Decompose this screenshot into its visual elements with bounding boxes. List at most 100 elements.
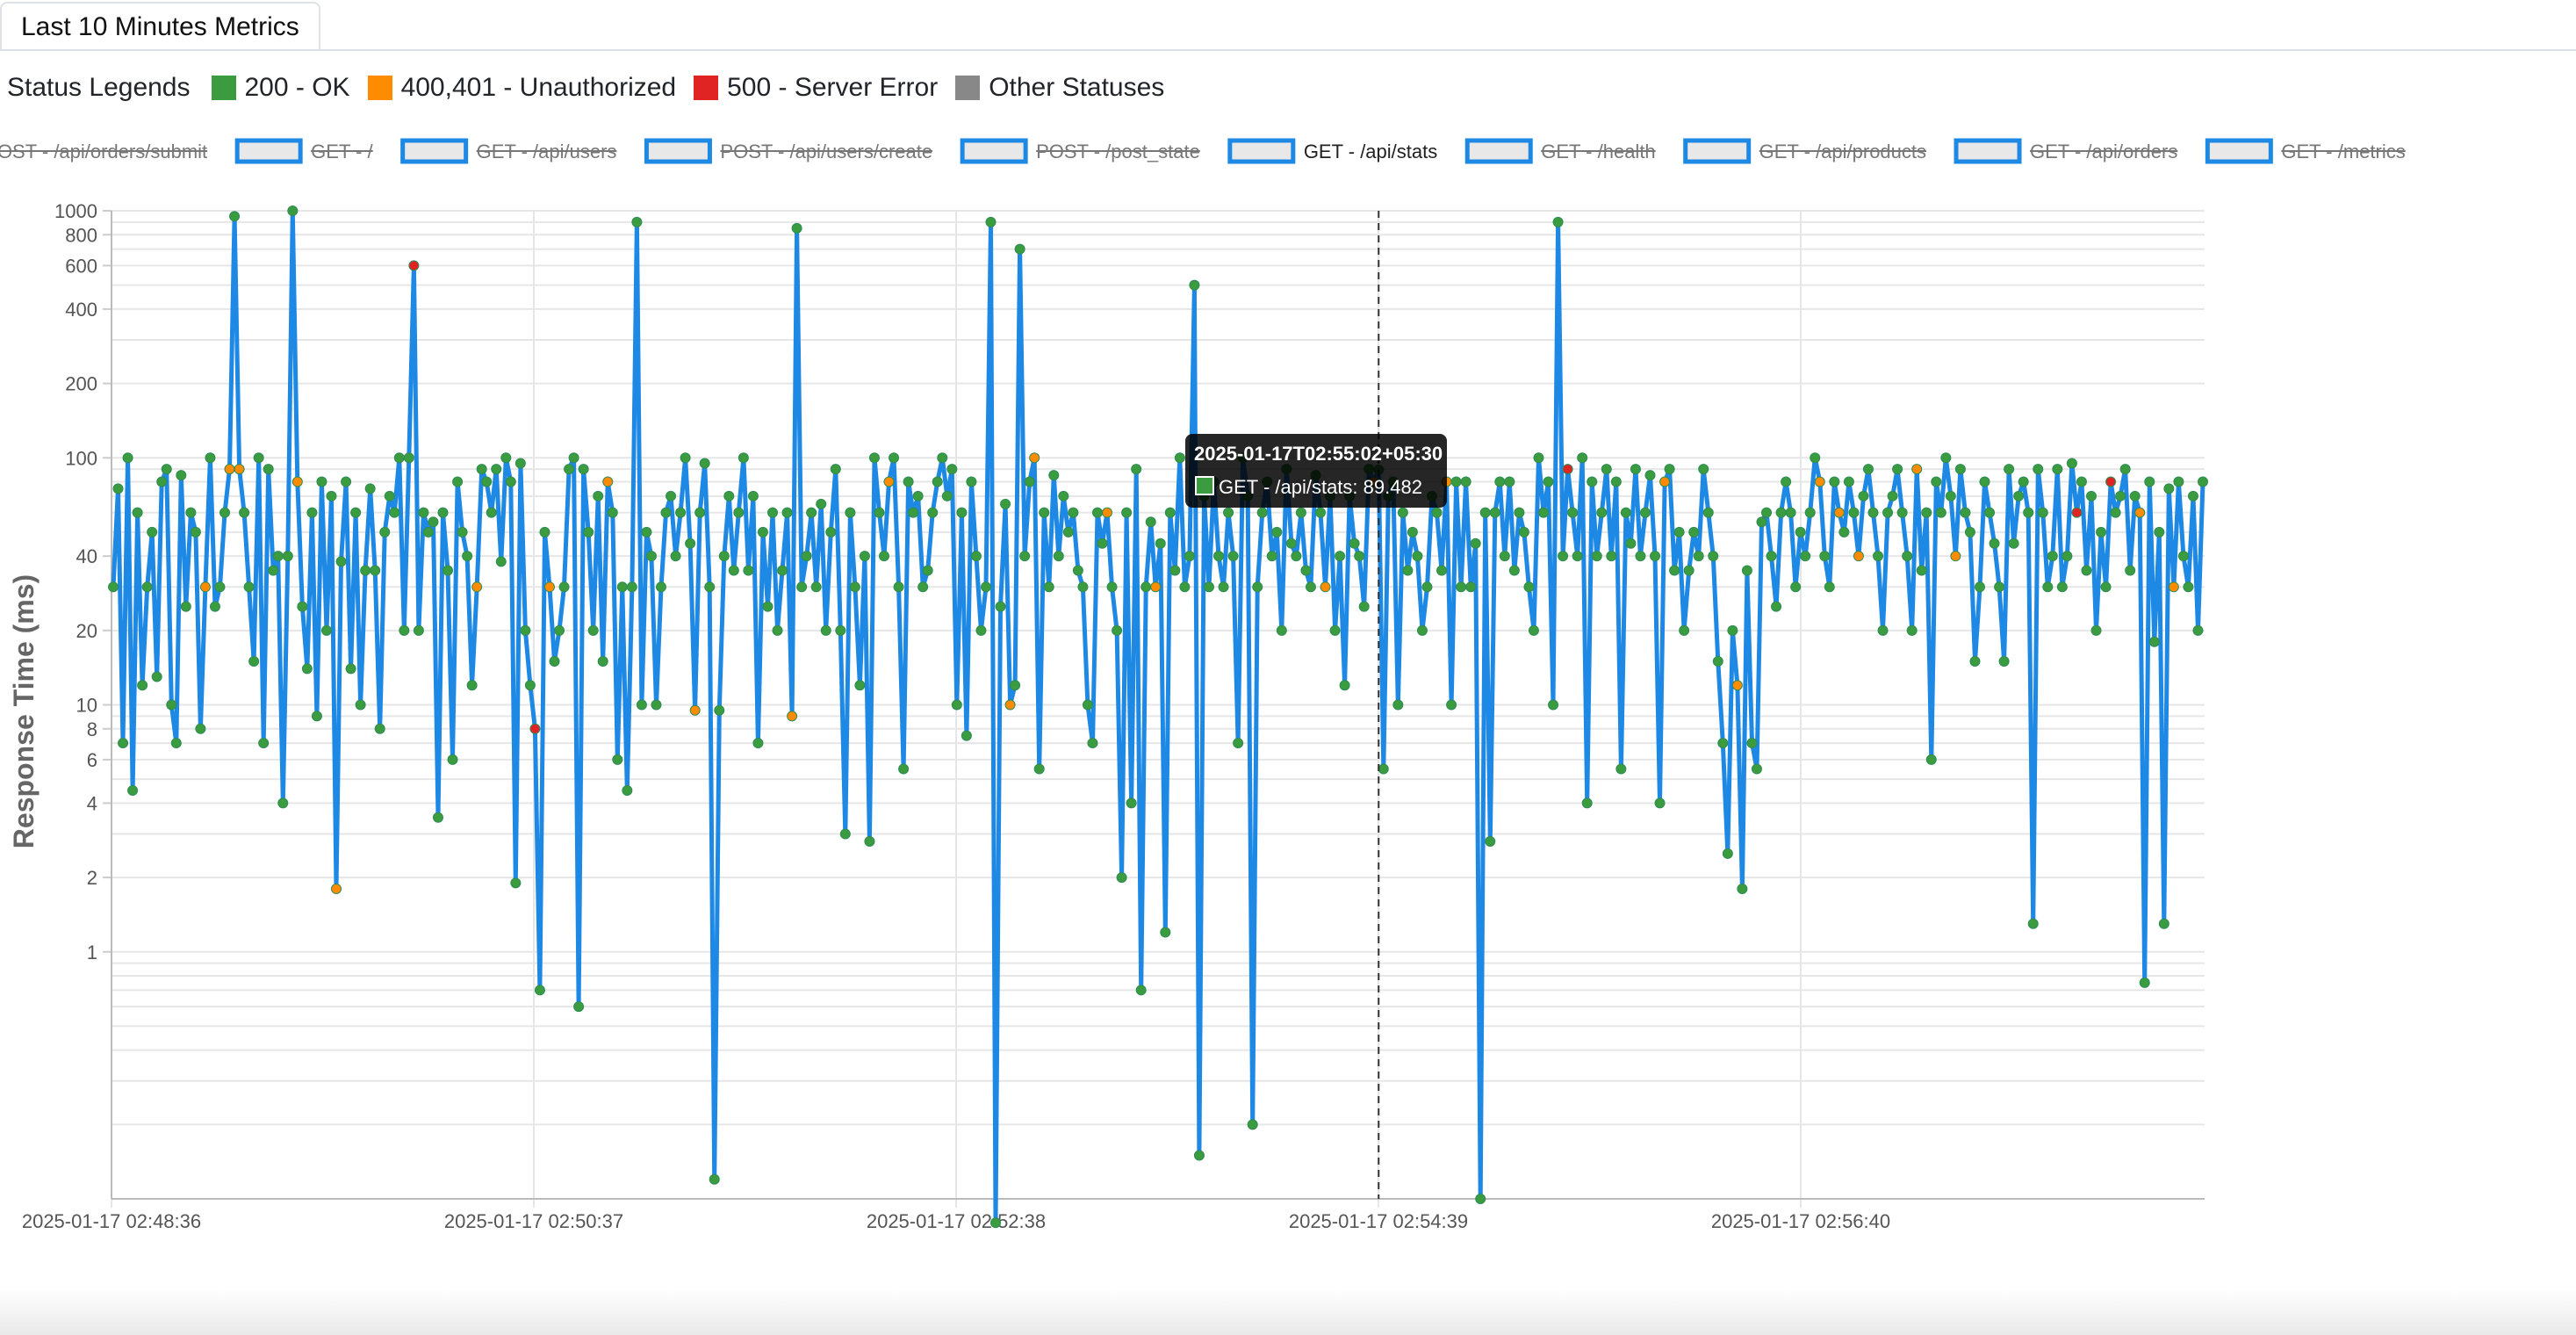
data-point (1160, 927, 1171, 938)
data-point (1698, 464, 1709, 475)
data-point (1082, 699, 1093, 711)
data-point (787, 711, 798, 722)
series-legend-item[interactable]: GET - /metrics (2205, 138, 2406, 164)
data-point (2148, 636, 2160, 647)
data-point (364, 483, 376, 494)
series-legend-item[interactable]: POST - /post_state (960, 138, 1200, 164)
data-point (1998, 655, 2010, 667)
data-point (341, 476, 352, 487)
series-legend-label[interactable]: GET - /api/stats (1304, 141, 1437, 162)
data-point (616, 581, 628, 593)
data-point (1043, 581, 1054, 593)
data-point (2100, 581, 2112, 593)
data-point (1256, 507, 1268, 518)
data-point (1019, 551, 1031, 562)
series-legend-item[interactable]: GET - /health (1464, 138, 1656, 164)
data-point (1446, 699, 1457, 711)
data-point (1072, 565, 1083, 576)
data-point (1989, 538, 2000, 549)
data-point (2187, 490, 2198, 502)
x-tick-label: 2025-01-17 02:52:38 (867, 1210, 1046, 1232)
data-point (2154, 526, 2165, 538)
data-point (738, 452, 749, 464)
data-point (243, 581, 255, 593)
data-point (927, 507, 939, 518)
data-point (112, 483, 124, 494)
series-legend-box[interactable] (400, 138, 469, 164)
data-point (2037, 507, 2048, 518)
data-point (1354, 551, 1365, 562)
series-legend-item[interactable]: GET - /api/orders (1954, 138, 2178, 164)
series-legend-item[interactable]: GET - / (234, 138, 374, 164)
data-point (1378, 763, 1389, 775)
data-point (326, 490, 337, 502)
data-point (1873, 551, 1884, 562)
data-point (680, 452, 691, 464)
data-point (2071, 507, 2083, 518)
series-legend-box[interactable] (2205, 138, 2273, 164)
response-time-chart[interactable]: POST - /api/orders/submit GET - / GET - /a… (0, 0, 2576, 1282)
data-point (1305, 581, 1316, 593)
data-point (1925, 754, 1937, 765)
data-point (1858, 490, 1869, 502)
data-point (670, 551, 681, 562)
data-point (816, 498, 827, 509)
data-point (1911, 464, 1923, 475)
data-point (2144, 476, 2155, 487)
series-legend-box[interactable] (1227, 138, 1296, 164)
data-point (1969, 655, 1981, 667)
data-point (1169, 565, 1181, 576)
data-point (985, 216, 997, 227)
data-point (413, 624, 424, 636)
data-point (645, 551, 657, 562)
data-point (1112, 624, 1123, 636)
data-point (1320, 581, 1331, 593)
data-point (854, 680, 866, 691)
y-tick-label: 400 (65, 299, 97, 321)
data-point (214, 581, 226, 593)
series-legend-item[interactable]: GET - /api/products (1683, 138, 1927, 164)
series-legend-item[interactable]: POST - /api/orders/submit (0, 141, 208, 162)
data-point (1829, 476, 1840, 487)
data-point (277, 797, 289, 809)
series-legend-item[interactable]: GET - /api/users (400, 138, 617, 164)
data-point (1596, 507, 1608, 518)
data-point (1494, 476, 1506, 487)
data-point (777, 565, 788, 576)
series-legend-box[interactable] (960, 138, 1028, 164)
series-legend-box[interactable] (234, 138, 303, 164)
series-legend-item[interactable]: GET - /api/stats (1227, 138, 1437, 164)
tooltip-title: 2025-01-17T02:55:02+05:30 (1194, 443, 1443, 465)
data-point (1548, 699, 1559, 711)
data-point (820, 624, 831, 636)
series-legend-box[interactable] (1954, 138, 2022, 164)
series-legend-box[interactable] (1683, 138, 1752, 164)
data-point (447, 754, 458, 765)
data-point (1024, 476, 1035, 487)
data-point (524, 680, 536, 691)
data-point (1882, 507, 1894, 518)
data-point (883, 476, 895, 487)
data-point (147, 526, 158, 538)
data-point (893, 581, 904, 593)
data-point (1004, 699, 1016, 711)
series-legend-item[interactable]: POST - /api/users/create (644, 138, 933, 164)
data-point (1456, 581, 1467, 593)
data-point (1179, 581, 1191, 593)
data-point (1000, 498, 1011, 509)
data-point (1785, 507, 1796, 518)
data-point (156, 476, 168, 487)
data-point (1717, 738, 1729, 749)
series-legend: POST - /api/orders/submit GET - / GET - /a… (0, 138, 2406, 164)
data-point (452, 476, 464, 487)
data-point (1479, 507, 1491, 518)
data-point (1131, 464, 1142, 475)
data-point (481, 476, 493, 487)
series-legend-box[interactable] (644, 138, 712, 164)
data-point (845, 507, 856, 518)
data-point (2085, 490, 2097, 502)
data-point (1702, 507, 1714, 518)
data-point (1116, 872, 1127, 884)
series-legend-box[interactable] (1464, 138, 1533, 164)
data-point (1712, 655, 1723, 667)
